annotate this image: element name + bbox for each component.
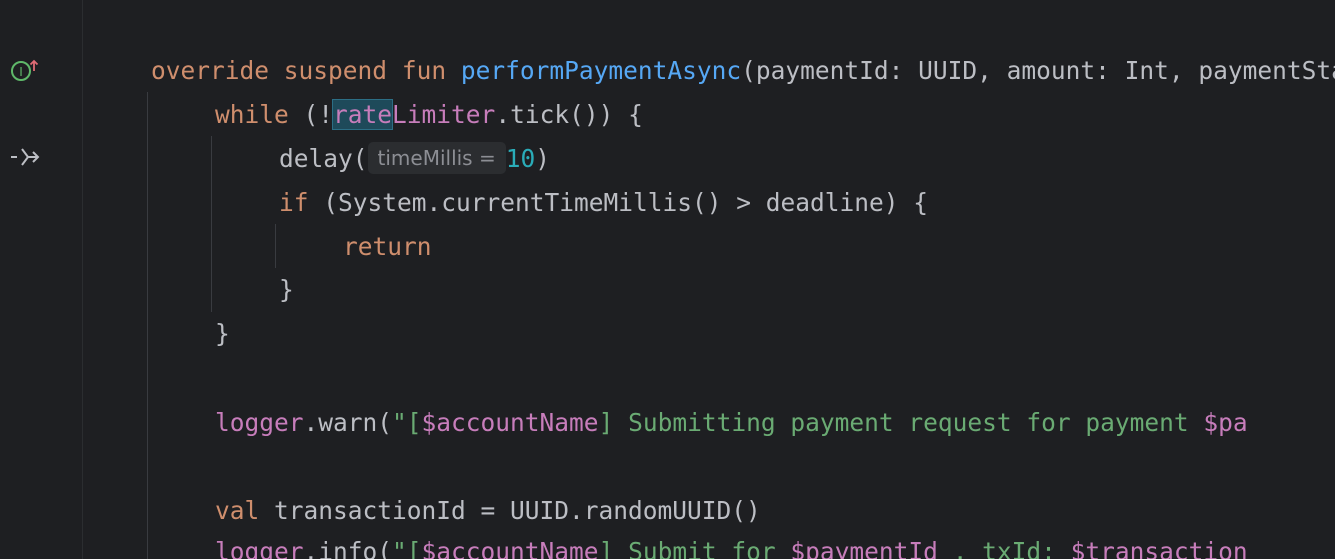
code-line[interactable]: val transactionId = UUID.randomUUID(): [215, 489, 761, 533]
code-line[interactable]: }: [279, 268, 294, 312]
string-literal: ] Submitting payment request for payment: [598, 408, 1204, 437]
indent-guide: [211, 136, 212, 312]
code-text: (paymentId: UUID, amount: Int, paymentSt…: [741, 56, 1335, 85]
code-line[interactable]: return: [343, 225, 432, 269]
code-editor[interactable]: override suspend fun performPaymentAsync…: [83, 0, 1335, 559]
code-text: (System.currentTimeMillis() > deadline) …: [308, 188, 929, 217]
string-interpolation: $pa: [1203, 408, 1248, 437]
code-text: .warn(: [303, 408, 393, 437]
number-literal: 10: [505, 144, 536, 173]
code-text: .tick()) {: [495, 100, 643, 129]
keyword: override: [151, 56, 270, 85]
keyword: val: [215, 496, 260, 525]
suspend-call-icon: [11, 148, 40, 166]
code-text: transactionId = UUID.randomUUID(): [259, 496, 761, 525]
keyword: while: [215, 100, 289, 129]
string-interpolation: $accountName: [421, 408, 599, 437]
string-literal: "[: [392, 537, 422, 559]
string-interpolation: $paymentId: [790, 537, 938, 559]
code-line[interactable]: logger.info("[$accountName] Submit for $…: [215, 530, 1248, 559]
string-literal: , txId:: [937, 537, 1071, 559]
code-line[interactable]: override suspend fun performPaymentAsync…: [151, 49, 1335, 93]
identifier: logger: [215, 408, 304, 437]
code-text: delay(: [279, 144, 368, 173]
implementing-method-gutter-icon[interactable]: I: [10, 58, 40, 82]
code-text: ): [535, 144, 550, 173]
indent-guide: [275, 224, 276, 268]
string-literal: ] Submit for: [598, 537, 791, 559]
code-line[interactable]: logger.warn("[$accountName] Submitting p…: [215, 401, 1248, 445]
string-interpolation: $transaction: [1070, 537, 1248, 559]
parameter-name-hint: timeMillis =: [367, 142, 506, 174]
function-name: performPaymentAsync: [460, 56, 742, 85]
suspend-call-gutter-icon[interactable]: [8, 144, 42, 170]
keyword: return: [343, 232, 432, 261]
keyword: if: [279, 188, 309, 217]
string-literal: "[: [392, 408, 422, 437]
code-line[interactable]: delay(timeMillis = 10): [279, 137, 550, 181]
keyword: fun: [401, 56, 447, 85]
code-text: (!: [288, 100, 334, 129]
code-line[interactable]: }: [215, 312, 230, 356]
closing-brace: }: [279, 275, 294, 304]
code-text: .info(: [303, 537, 393, 559]
keyword: suspend: [283, 56, 388, 85]
implements-icon: I: [11, 59, 39, 81]
identifier: logger: [215, 537, 304, 559]
string-interpolation: $accountName: [421, 537, 599, 559]
highlighted-identifier: rate: [332, 99, 394, 130]
svg-text:I: I: [19, 65, 23, 79]
code-line[interactable]: while (!rateLimiter.tick()) {: [215, 93, 643, 137]
indent-guide: [147, 92, 148, 559]
identifier: Limiter: [392, 100, 496, 129]
closing-brace: }: [215, 319, 230, 348]
code-line[interactable]: if (System.currentTimeMillis() > deadlin…: [279, 181, 928, 225]
editor-gutter: I: [0, 0, 82, 559]
